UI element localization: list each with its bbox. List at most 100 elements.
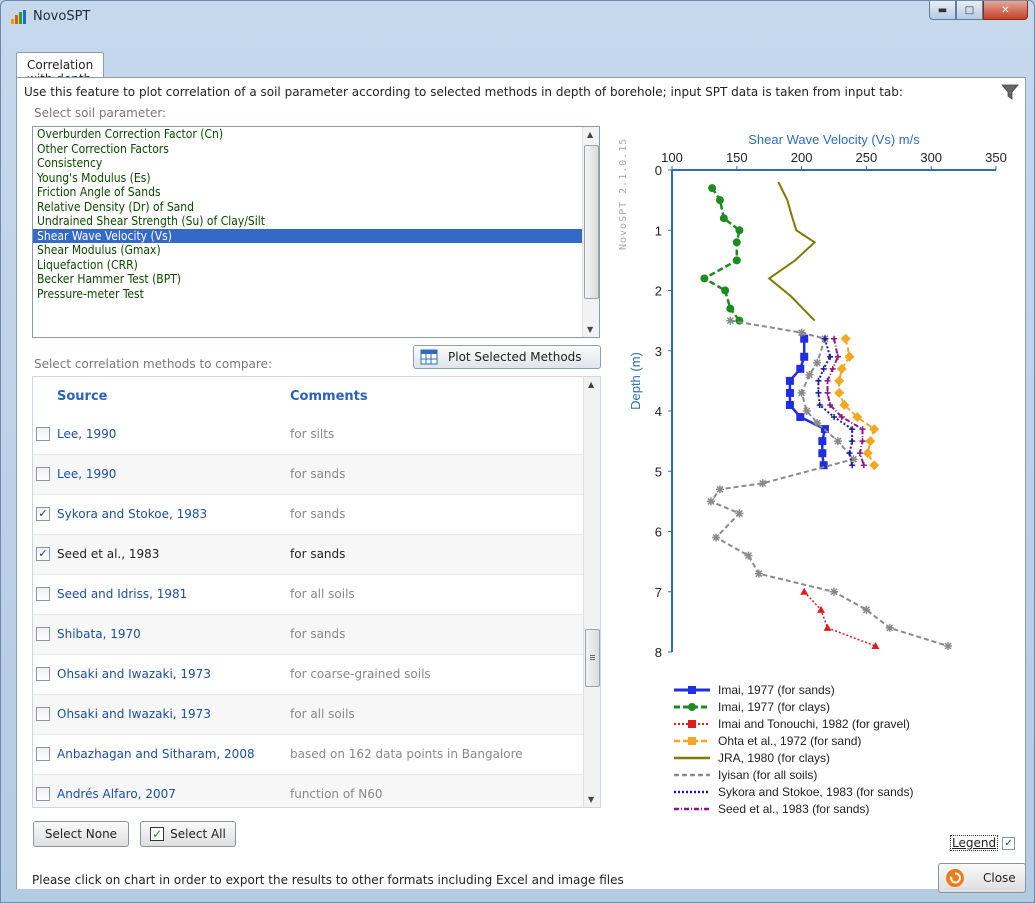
close-window-button[interactable]: ✕ — [983, 1, 1028, 20]
grid-scrollbar[interactable]: ▲ ▼ — [583, 377, 600, 807]
legend-swatch — [674, 790, 710, 794]
maximize-icon: □ — [964, 4, 975, 16]
legend-label: Iyisan (for all soils) — [718, 768, 818, 782]
data-point — [846, 450, 853, 457]
plot-selected-methods-button[interactable]: Plot Selected Methods — [413, 345, 601, 369]
data-point — [800, 352, 809, 361]
col-comments-header[interactable]: Comments — [290, 389, 368, 404]
table-row[interactable]: Ohsaki and Iwazaki, 1973 for coarse-grain… — [33, 655, 585, 695]
legend-label: Imai, 1977 (for clays) — [718, 700, 831, 714]
select-none-button[interactable]: Select None — [33, 821, 129, 847]
param-item[interactable]: Consistency — [33, 156, 599, 171]
y-tick-label: 0 — [655, 163, 662, 178]
method-comment: for sands — [290, 507, 346, 521]
close-button[interactable]: Close — [938, 863, 1026, 893]
scroll-up-icon[interactable]: ▲ — [588, 380, 594, 389]
method-checkbox[interactable] — [36, 627, 50, 641]
param-item[interactable]: Other Correction Factors — [33, 142, 599, 157]
y-tick-label: 4 — [655, 404, 662, 419]
data-point — [885, 623, 894, 632]
table-row[interactable]: Shibata, 1970 for sands — [33, 615, 585, 655]
data-point — [862, 448, 873, 459]
scroll-down-icon[interactable]: ▼ — [588, 795, 594, 804]
method-checkbox[interactable] — [36, 787, 50, 801]
vs-depth-chart[interactable]: 100 150 200 250 300 350 0 1 2 3 4 5 6 7 8 Shear Wave Ve… — [610, 122, 1012, 662]
method-source: Ohsaki and Iwazaki, 1973 — [57, 707, 211, 721]
scroll-up-icon[interactable]: ▲ — [587, 130, 593, 139]
param-item[interactable]: Shear Wave Velocity (Vs) — [33, 228, 599, 243]
param-item[interactable]: Becker Hammer Test (BPT) — [33, 272, 599, 287]
param-scroll-thumb[interactable] — [584, 145, 599, 299]
legend-checkbox[interactable]: ✓ — [1002, 836, 1016, 850]
legend-label: Ohta et al., 1972 (for sand) — [718, 734, 862, 748]
method-checkbox[interactable] — [36, 467, 50, 481]
method-comment: for silts — [290, 427, 335, 441]
param-item[interactable]: Friction Angle of Sands — [33, 185, 599, 200]
data-point — [844, 351, 855, 362]
series-line — [803, 591, 876, 647]
table-row[interactable]: Lee, 1990 for silts — [33, 415, 585, 455]
table-row[interactable]: Anbazhagan and Sitharam, 2008 based on 16… — [33, 735, 585, 775]
table-row[interactable]: Lee, 1990 for sands — [33, 455, 585, 495]
select-all-button[interactable]: ✓ Select All — [140, 821, 236, 847]
legend-toggle[interactable]: Legend ✓ — [950, 835, 1016, 851]
y-tick-label: 8 — [655, 645, 662, 660]
table-row[interactable]: Andrés Alfaro, 2007 function of N60 — [33, 775, 585, 807]
param-item[interactable]: Undrained Shear Strength (Su) of Clay/Si… — [33, 214, 599, 229]
method-checkbox[interactable] — [36, 747, 50, 761]
legend-item: Seed et al., 1983 (for sands) — [672, 801, 869, 817]
data-point — [732, 238, 741, 247]
table-row[interactable]: Seed and Idriss, 1981 for all soils — [33, 575, 585, 615]
method-checkbox[interactable] — [36, 587, 50, 601]
legend-label: Imai and Tonouchi, 1982 (for gravel) — [718, 717, 910, 731]
scroll-down-icon[interactable]: ▼ — [587, 325, 593, 334]
legend-item: Iyisan (for all soils) — [672, 767, 817, 783]
title-bar[interactable]: NovoSPT ▬ □ ✕ — [1, 1, 1034, 33]
param-item[interactable]: Liquefaction (CRR) — [33, 258, 599, 273]
legend-swatch — [674, 807, 710, 811]
data-point — [721, 286, 730, 295]
method-checkbox[interactable] — [36, 427, 50, 441]
grid-scroll-thumb[interactable] — [585, 629, 600, 687]
data-point — [823, 623, 832, 631]
col-source-header[interactable]: Source — [57, 389, 107, 404]
filter-icon[interactable] — [1001, 84, 1019, 103]
data-point — [824, 377, 831, 384]
data-point — [797, 388, 806, 397]
minimize-button[interactable]: ▬ — [929, 1, 956, 20]
data-point — [744, 551, 753, 560]
method-checkbox[interactable]: ✓ — [36, 547, 50, 561]
param-item[interactable]: Pressure-meter Test — [33, 287, 599, 302]
y-tick-label: 7 — [655, 585, 662, 600]
param-item[interactable]: Shear Modulus (Gmax) — [33, 243, 599, 258]
data-point — [797, 328, 806, 337]
param-item[interactable]: Overburden Correction Factor (Cn) — [33, 127, 599, 142]
data-point — [706, 497, 715, 506]
table-row[interactable]: Ohsaki and Iwazaki, 1973 for all soils — [33, 695, 585, 735]
method-checkbox[interactable]: ✓ — [36, 507, 50, 521]
method-checkbox[interactable] — [36, 667, 50, 681]
exit-icon — [946, 869, 964, 887]
data-point — [805, 370, 814, 379]
data-point — [813, 419, 822, 428]
series-line — [701, 187, 741, 322]
legend-swatch — [674, 756, 710, 760]
data-point — [862, 605, 871, 614]
app-logo-icon — [11, 10, 27, 24]
tab-correlation-with-depth[interactable]: Correlation with depth — [16, 52, 105, 86]
maximize-button[interactable]: □ — [956, 1, 983, 20]
data-point — [830, 587, 838, 596]
x-tick-label: 100 — [661, 150, 683, 165]
legend-item: Ohta et al., 1972 (for sand) — [672, 733, 861, 749]
table-row[interactable]: ✓ Seed et al., 1983 for sands — [33, 535, 585, 575]
method-checkbox[interactable] — [36, 707, 50, 721]
legend-marker — [688, 720, 696, 728]
param-list-scrollbar[interactable]: ▲ ▼ — [582, 127, 599, 337]
param-item[interactable]: Young's Modulus (Es) — [33, 171, 599, 186]
y-tick-label: 2 — [655, 284, 662, 299]
soil-parameter-list[interactable]: Overburden Correction Factor (Cn) Other C… — [32, 126, 600, 338]
legend-label: Sykora and Stokoe, 1983 (for sands) — [718, 785, 914, 799]
table-row[interactable]: ✓ Sykora and Stokoe, 1983 for sands — [33, 495, 585, 535]
data-point — [802, 407, 811, 415]
param-item[interactable]: Relative Density (Dr) of Sand — [33, 200, 599, 215]
